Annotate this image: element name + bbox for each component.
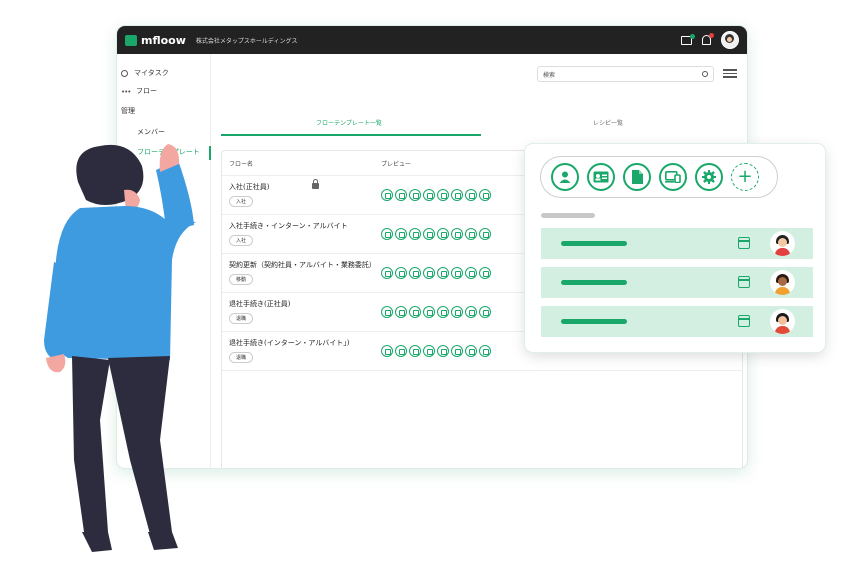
person-illustration (44, 144, 196, 552)
